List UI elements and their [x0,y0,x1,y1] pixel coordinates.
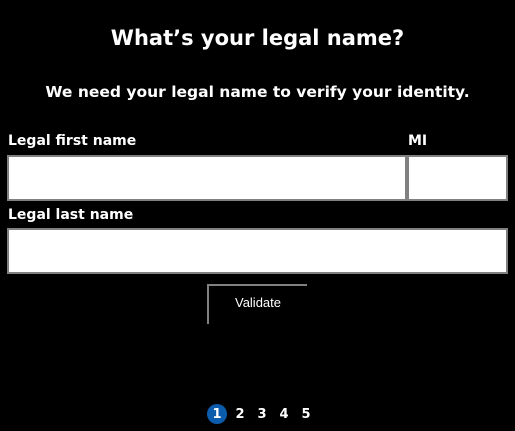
pagination: 1 2 3 4 5 [207,403,315,425]
page-title: What’s your legal name? [110,26,405,50]
last-name-label: Legal last name [8,207,134,223]
page-indicator-5[interactable]: 5 [297,403,315,425]
last-name-input[interactable] [7,228,508,274]
page-indicator-3[interactable]: 3 [253,403,271,425]
page-indicator-1[interactable]: 1 [207,404,227,424]
page-indicator-4[interactable]: 4 [275,403,293,425]
validate-button[interactable]: Validate [207,284,307,324]
first-name-label: Legal first name [8,133,137,149]
middle-initial-input[interactable] [407,155,508,201]
middle-initial-label: MI [408,133,428,149]
page-indicator-2[interactable]: 2 [231,403,249,425]
first-name-input[interactable] [7,155,407,201]
page-subtitle: We need your legal name to verify your i… [45,83,470,101]
